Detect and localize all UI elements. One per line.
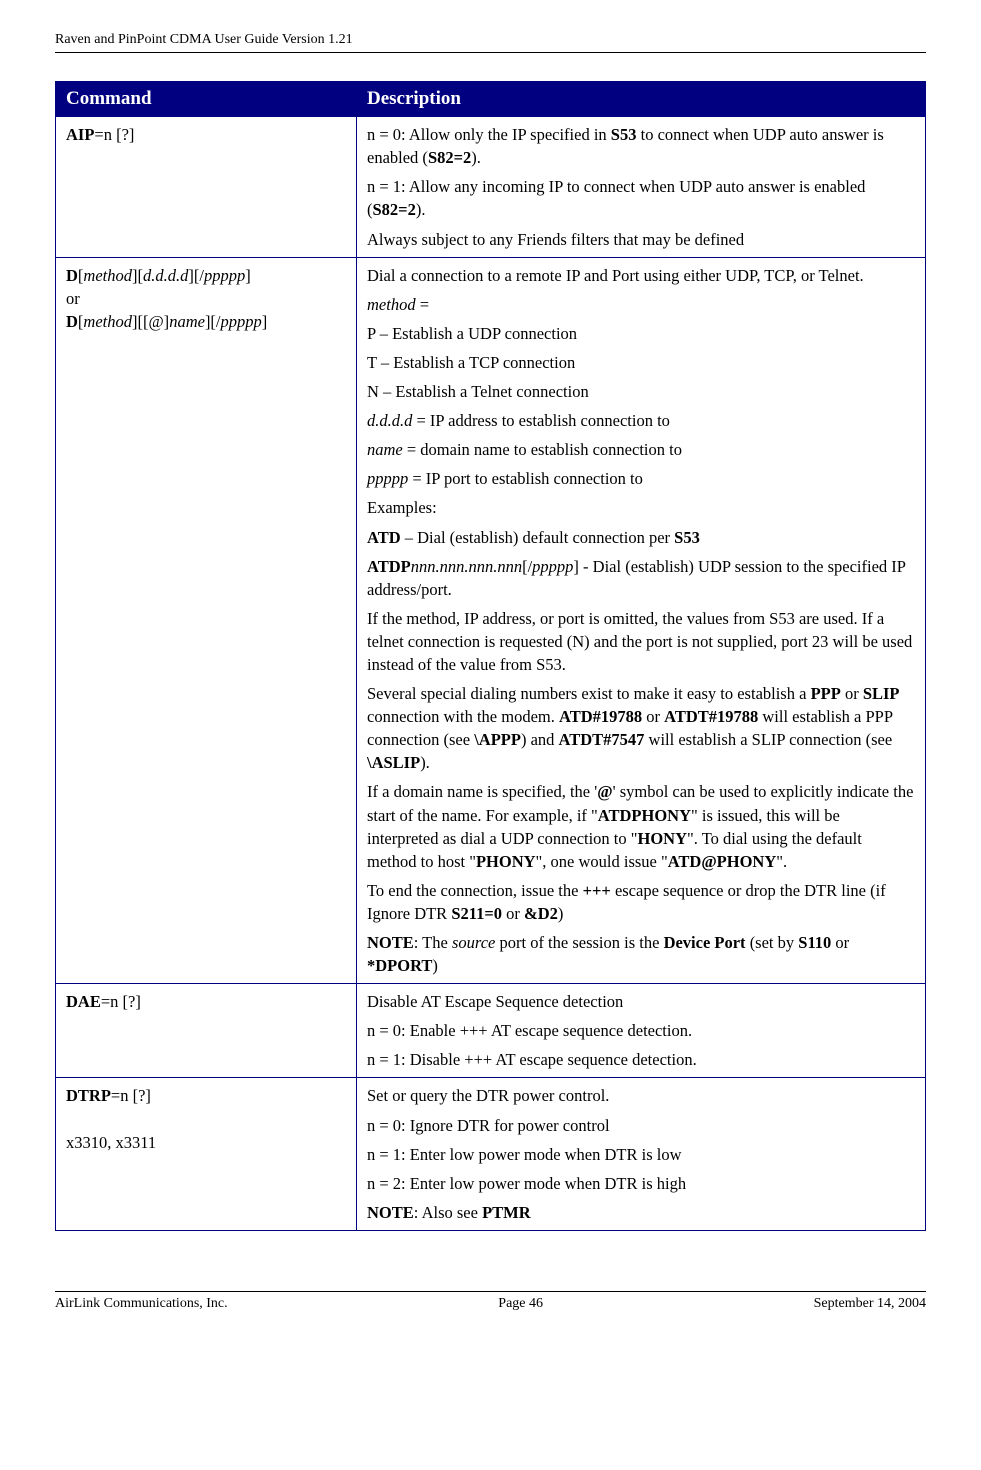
description-paragraph: If the method, IP address, or port is om… [367,607,915,676]
description-cell: Dial a connection to a remote IP and Por… [357,257,926,984]
description-paragraph: NOTE: The source port of the session is … [367,931,915,977]
description-paragraph: If a domain name is specified, the '@' s… [367,780,915,872]
description-paragraph: Disable AT Escape Sequence detection [367,990,915,1013]
description-paragraph: n = 1: Allow any incoming IP to connect … [367,175,915,221]
th-command: Command [56,81,357,117]
description-paragraph: Examples: [367,496,915,519]
description-paragraph: name = domain name to establish connecti… [367,438,915,461]
description-paragraph: n = 0: Allow only the IP specified in S5… [367,123,915,169]
description-paragraph: ATD – Dial (establish) default connectio… [367,526,915,549]
description-paragraph: ATDPnnn.nnn.nnn.nnn[/ppppp] - Dial (esta… [367,555,915,601]
description-paragraph: method = [367,293,915,316]
description-paragraph: ppppp = IP port to establish connection … [367,467,915,490]
description-paragraph: T – Establish a TCP connection [367,351,915,374]
page-footer: AirLink Communications, Inc. Page 46 Sep… [55,1291,926,1314]
description-paragraph: P – Establish a UDP connection [367,322,915,345]
command-cell: DTRP=n [?]x3310, x3311 [56,1078,357,1230]
footer-center: Page 46 [498,1294,543,1314]
table-row: DTRP=n [?]x3310, x3311Set or query the D… [56,1078,926,1230]
footer-left: AirLink Communications, Inc. [55,1294,228,1314]
description-paragraph: n = 1: Enter low power mode when DTR is … [367,1143,915,1166]
command-table: Command Description AIP=n [?]n = 0: Allo… [55,81,926,1231]
th-description: Description [357,81,926,117]
command-cell: D[method][d.d.d.d][/ppppp]orD[method][[@… [56,257,357,984]
page-header: Raven and PinPoint CDMA User Guide Versi… [55,30,926,53]
footer-right: September 14, 2004 [814,1294,926,1314]
description-paragraph: NOTE: Also see PTMR [367,1201,915,1224]
description-paragraph: n = 0: Enable +++ AT escape sequence det… [367,1019,915,1042]
description-paragraph: n = 1: Disable +++ AT escape sequence de… [367,1048,915,1071]
table-row: D[method][d.d.d.d][/ppppp]orD[method][[@… [56,257,926,984]
description-paragraph: n = 0: Ignore DTR for power control [367,1114,915,1137]
command-cell: AIP=n [?] [56,117,357,257]
command-cell: DAE=n [?] [56,984,357,1078]
description-paragraph: d.d.d.d = IP address to establish connec… [367,409,915,432]
table-row: AIP=n [?]n = 0: Allow only the IP specif… [56,117,926,257]
description-paragraph: To end the connection, issue the +++ esc… [367,879,915,925]
description-cell: Set or query the DTR power control. n = 0… [357,1078,926,1230]
description-paragraph: Dial a connection to a remote IP and Por… [367,264,915,287]
description-paragraph: Set or query the DTR power control. [367,1084,915,1107]
description-paragraph: N – Establish a Telnet connection [367,380,915,403]
description-cell: Disable AT Escape Sequence detection n = … [357,984,926,1078]
description-paragraph: Several special dialing numbers exist to… [367,682,915,774]
description-cell: n = 0: Allow only the IP specified in S5… [357,117,926,257]
table-row: DAE=n [?]Disable AT Escape Sequence dete… [56,984,926,1078]
description-paragraph: n = 2: Enter low power mode when DTR is … [367,1172,915,1195]
description-paragraph: Always subject to any Friends filters th… [367,228,915,251]
